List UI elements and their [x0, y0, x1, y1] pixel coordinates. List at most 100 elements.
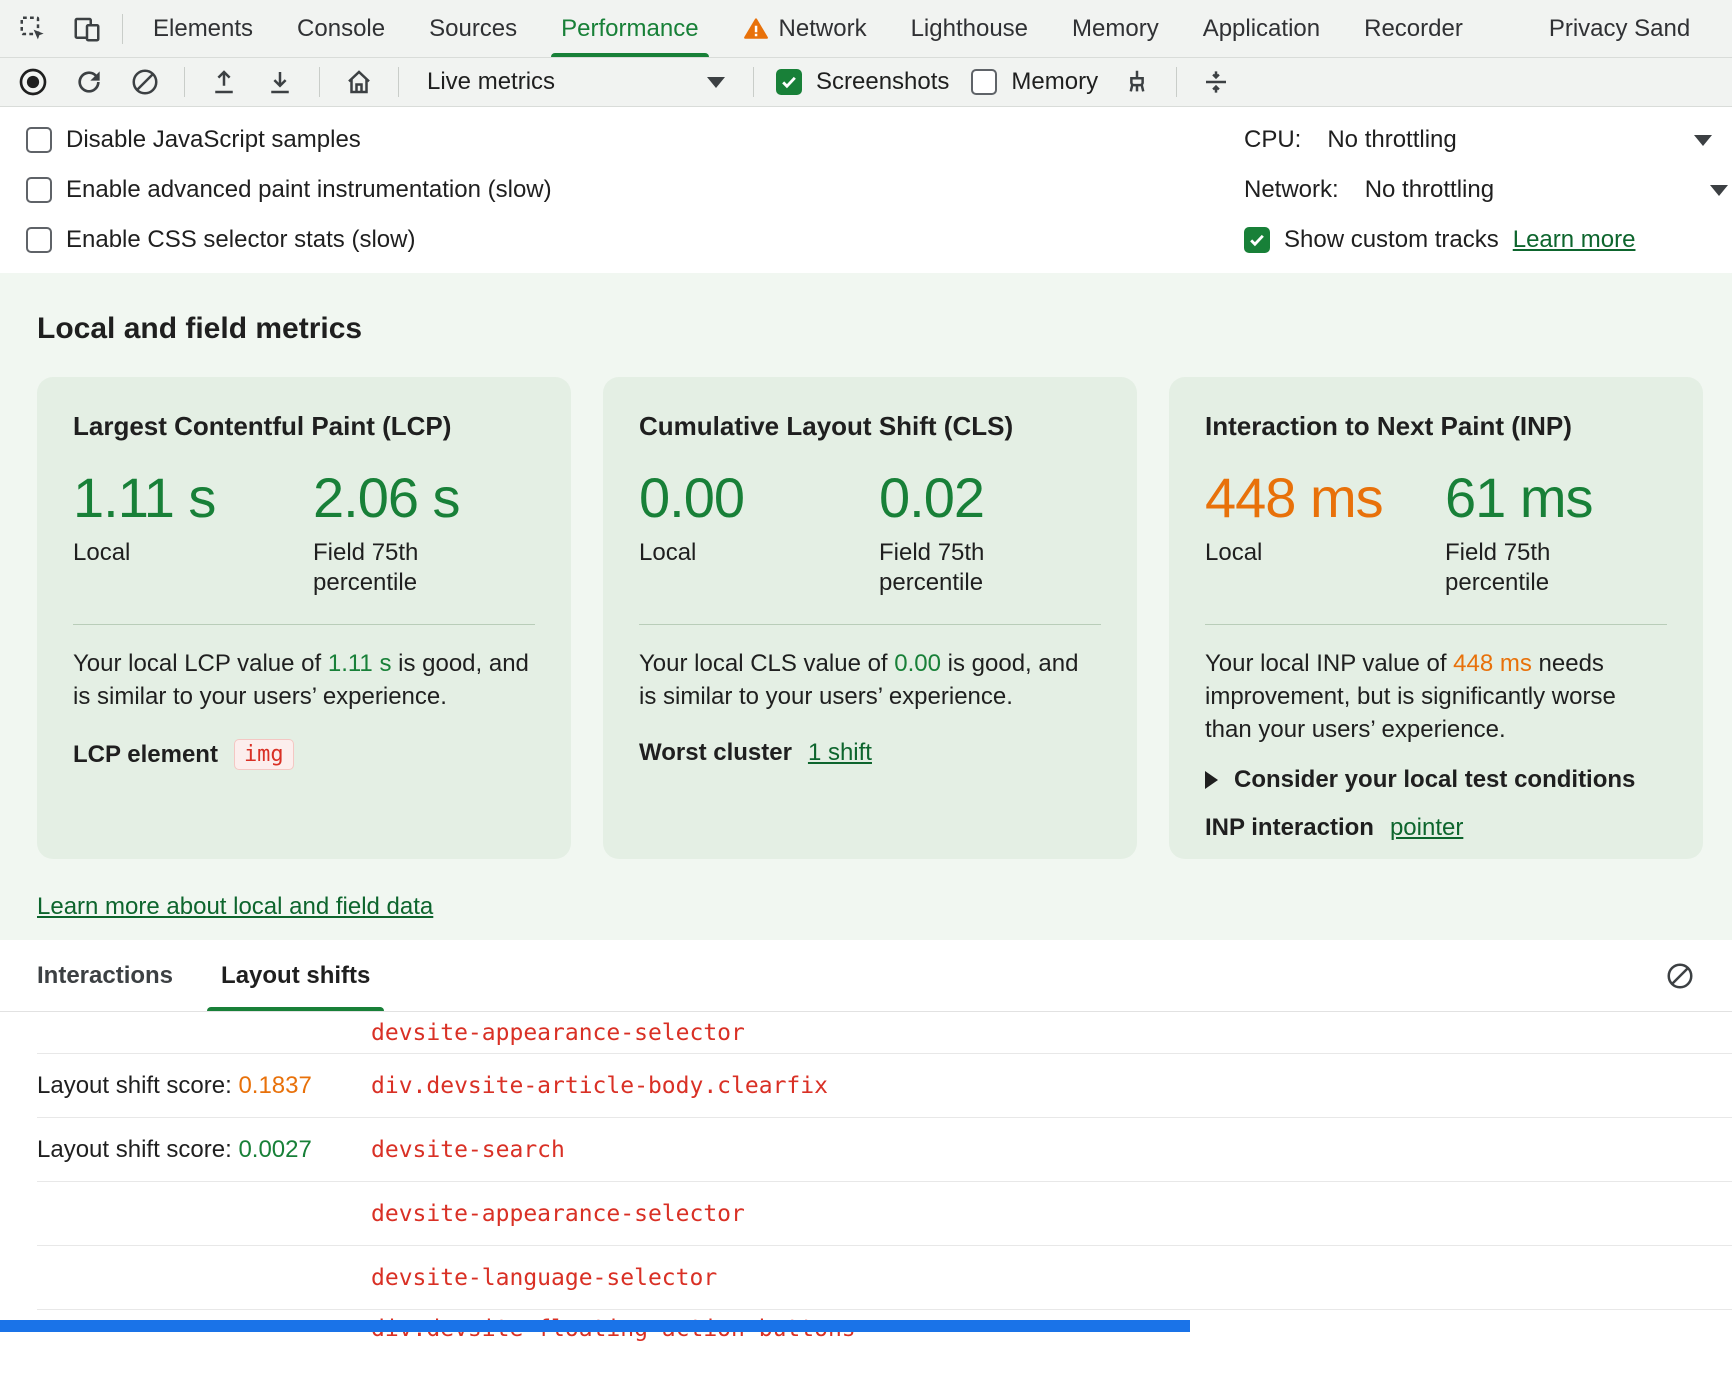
element-link[interactable]: div.devsite-article-body.clearfix — [371, 1073, 828, 1099]
inspect-element-icon[interactable] — [16, 12, 50, 46]
lcp-local-label: Local — [73, 538, 223, 568]
cls-field-value: 0.02 — [879, 470, 1029, 526]
inp-field-value: 61 ms — [1445, 470, 1595, 526]
tab-lighthouse[interactable]: Lighthouse — [889, 0, 1050, 57]
cpu-throttling-select[interactable]: CPU: No throttling — [1244, 115, 1732, 165]
network-label: Network: — [1244, 176, 1339, 204]
tab-network[interactable]: Network — [721, 0, 889, 57]
lcp-card-title: Largest Contentful Paint (LCP) — [73, 411, 535, 442]
lcp-desc-value: 1.11 s — [328, 650, 392, 677]
memory-checkbox-row: Memory — [971, 68, 1098, 96]
record-button[interactable] — [16, 65, 50, 99]
metric-cards: Largest Contentful Paint (LCP) 1.11 s Lo… — [37, 377, 1732, 859]
chevron-down-icon — [1710, 185, 1728, 196]
screenshots-checkbox-row: Screenshots — [776, 68, 949, 96]
local-test-conditions-label: Consider your local test conditions — [1234, 766, 1635, 794]
local-field-learn-more-link[interactable]: Learn more about local and field data — [37, 893, 433, 920]
tab-memory[interactable]: Memory — [1050, 0, 1181, 57]
clear-log-button[interactable] — [1665, 961, 1695, 991]
clear-button[interactable] — [128, 65, 162, 99]
tab-sources[interactable]: Sources — [407, 0, 539, 57]
cls-local-label: Local — [639, 538, 789, 568]
tab-interactions[interactable]: Interactions — [37, 940, 173, 1011]
cls-card: Cumulative Layout Shift (CLS) 0.00 Local… — [603, 377, 1137, 859]
cls-field-label: Field 75th percentile — [879, 538, 1029, 598]
cpu-value: No throttling — [1327, 126, 1456, 154]
memory-label: Memory — [1011, 68, 1098, 96]
inp-desc-value: 448 ms — [1453, 650, 1532, 677]
home-icon[interactable] — [342, 65, 376, 99]
cpu-label: CPU: — [1244, 126, 1301, 154]
tab-recorder[interactable]: Recorder — [1342, 0, 1485, 57]
custom-tracks-learn-more-link[interactable]: Learn more — [1513, 226, 1636, 254]
tab-layout-shifts[interactable]: Layout shifts — [221, 940, 370, 1011]
disable-js-samples-checkbox[interactable] — [26, 127, 52, 153]
inp-field-label: Field 75th percentile — [1445, 538, 1595, 598]
live-metrics-dropdown[interactable]: Live metrics — [421, 68, 731, 96]
memory-checkbox[interactable] — [971, 69, 997, 95]
tab-console[interactable]: Console — [275, 0, 407, 57]
disable-js-samples-label: Disable JavaScript samples — [66, 126, 361, 154]
screenshots-checkbox[interactable] — [776, 69, 802, 95]
inp-card: Interaction to Next Paint (INP) 448 ms L… — [1169, 377, 1703, 859]
score-value: 0.0027 — [238, 1136, 311, 1163]
show-custom-tracks-checkbox[interactable] — [1244, 227, 1270, 253]
local-test-conditions-disclosure[interactable]: Consider your local test conditions — [1205, 766, 1667, 794]
lcp-card: Largest Contentful Paint (LCP) 1.11 s Lo… — [37, 377, 571, 859]
inp-local-value: 448 ms — [1205, 470, 1445, 526]
layout-shift-row: Layout shift score: 0.1837 div.devsite-a… — [37, 1054, 1732, 1118]
score-label: Layout shift score: — [37, 1072, 238, 1099]
upload-profile-icon[interactable] — [207, 65, 241, 99]
reload-and-record-button[interactable] — [72, 65, 106, 99]
divider — [1176, 67, 1177, 97]
lcp-field-label: Field 75th percentile — [313, 538, 463, 598]
log-tabbar: Interactions Layout shifts — [0, 940, 1732, 1012]
metrics-heading: Local and field metrics — [37, 311, 1732, 347]
chevron-down-icon — [1694, 135, 1712, 146]
cls-card-title: Cumulative Layout Shift (CLS) — [639, 411, 1101, 442]
download-profile-icon[interactable] — [263, 65, 297, 99]
worst-cluster-label: Worst cluster — [639, 739, 792, 767]
collapse-sections-icon[interactable] — [1199, 65, 1233, 99]
tab-network-label: Network — [779, 15, 867, 43]
network-throttling-select[interactable]: Network: No throttling — [1244, 165, 1732, 215]
inp-interaction-link[interactable]: pointer — [1390, 814, 1463, 842]
element-link[interactable]: devsite-appearance-selector — [371, 1201, 745, 1227]
element-link[interactable]: devsite-search — [371, 1137, 565, 1163]
inp-interaction-label: INP interaction — [1205, 814, 1374, 842]
score-value: 0.1837 — [238, 1072, 311, 1099]
css-selector-stats-checkbox[interactable] — [26, 227, 52, 253]
lcp-desc-before: Your local LCP value of — [73, 650, 328, 677]
score-label: Layout shift score: — [37, 1136, 238, 1163]
tab-performance[interactable]: Performance — [539, 0, 720, 57]
layout-shift-row: devsite-language-selector — [37, 1246, 1732, 1310]
local-field-metrics-panel: Local and field metrics Largest Contentf… — [0, 273, 1732, 940]
device-toolbar-icon[interactable] — [70, 12, 104, 46]
performance-settings: Disable JavaScript samples Enable advanc… — [0, 107, 1732, 273]
inp-local-label: Local — [1205, 538, 1355, 568]
disclosure-triangle-icon — [1205, 771, 1218, 789]
divider — [184, 67, 185, 97]
layout-shift-row: devsite-appearance-selector — [37, 1012, 1732, 1054]
inp-description: Your local INP value of 448 ms needs imp… — [1205, 647, 1667, 746]
show-custom-tracks-row: Show custom tracks Learn more — [1244, 215, 1732, 265]
divider — [1205, 624, 1667, 625]
tab-privacy-sandbox[interactable]: Privacy Sand — [1527, 0, 1712, 57]
performance-toolbar: Live metrics Screenshots Memory — [0, 58, 1732, 107]
cls-description: Your local CLS value of 0.00 is good, an… — [639, 647, 1101, 713]
score-cell: Layout shift score: 0.0027 — [37, 1136, 371, 1164]
live-metrics-label: Live metrics — [427, 68, 555, 96]
tab-application[interactable]: Application — [1181, 0, 1342, 57]
devtools-tabbar: Elements Console Sources Performance Net… — [0, 0, 1732, 58]
inp-card-title: Interaction to Next Paint (INP) — [1205, 411, 1667, 442]
element-link[interactable]: devsite-appearance-selector — [371, 1020, 745, 1046]
worst-cluster-link[interactable]: 1 shift — [808, 739, 872, 767]
lcp-element-chip[interactable]: img — [234, 739, 294, 770]
garbage-collect-brush-icon[interactable] — [1120, 65, 1154, 99]
element-link[interactable]: devsite-language-selector — [371, 1265, 717, 1291]
screenshots-label: Screenshots — [816, 68, 949, 96]
cls-local-value: 0.00 — [639, 470, 879, 526]
advanced-paint-checkbox[interactable] — [26, 177, 52, 203]
tab-elements[interactable]: Elements — [131, 0, 275, 57]
divider — [753, 67, 754, 97]
